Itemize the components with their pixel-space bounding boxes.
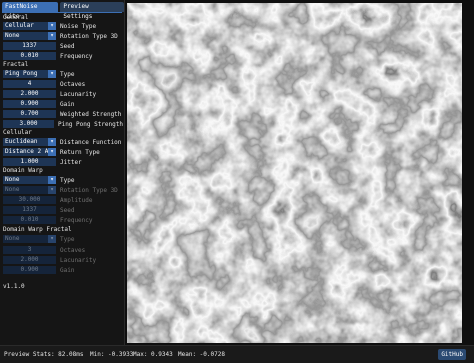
noise-type-dropdown[interactable]: Cellular	[3, 22, 56, 30]
warp-fractal-type-row: None Type	[3, 235, 123, 243]
rotation-type-3d-row: None Rotation Type 3D	[3, 32, 123, 40]
warp-fractal-type-dropdown[interactable]: None	[3, 235, 56, 243]
gain-label: Gain	[60, 100, 75, 108]
warp-rotation-type-3d-row: None Rotation Type 3D	[3, 186, 123, 194]
warp-gain-label: Gain	[60, 266, 75, 274]
warp-amplitude-label: Amplitude	[60, 196, 93, 204]
warp-amplitude-row: 30.000 Amplitude	[3, 196, 123, 204]
jitter-label: Jitter	[60, 158, 82, 166]
rotation-type-3d-label: Rotation Type 3D	[60, 32, 118, 40]
min-stat-text: Min: -0.3933	[90, 351, 134, 358]
ping-pong-strength-input[interactable]: 3.000	[3, 120, 54, 128]
return-type-dropdown[interactable]: Distance 2 Add	[3, 148, 56, 156]
jitter-row: 1.000 Jitter	[3, 158, 123, 166]
gain-row: 0.900 Gain	[3, 100, 123, 108]
seed-label: Seed	[60, 42, 75, 50]
max-stat-text: Max: 0.9343	[133, 351, 173, 358]
github-button[interactable]: GitHub	[438, 349, 466, 360]
lacunarity-row: 2.000 Lacunarity	[3, 90, 123, 98]
distance-function-label: Distance Function	[60, 138, 122, 146]
weighted-strength-row: 0.700 Weighted Strength	[3, 110, 123, 118]
noise-type-label: Noise Type	[60, 22, 97, 30]
jitter-input[interactable]: 1.000	[3, 158, 56, 166]
warp-gain-input[interactable]: 0.900	[3, 266, 56, 274]
fractal-type-dropdown[interactable]: Ping Pong	[3, 70, 56, 78]
warp-octaves-input[interactable]: 3	[3, 246, 56, 254]
warp-frequency-label: Frequency	[60, 216, 93, 224]
octaves-row: 4 Octaves	[3, 80, 123, 88]
warp-seed-input[interactable]: 1337	[3, 206, 56, 214]
section-fractal-header: Fractal	[3, 61, 29, 68]
section-domain-warp-header: Domain Warp	[3, 167, 43, 174]
status-bar: Preview Stats: 82.08ms Min: -0.3933 Max:…	[0, 345, 474, 363]
warp-type-row: None Type	[3, 176, 123, 184]
section-general-header: General	[3, 14, 29, 21]
warp-frequency-input[interactable]: 0.010	[3, 216, 56, 224]
preview-stats-text: Preview Stats: 82.08ms	[4, 351, 84, 358]
octaves-input[interactable]: 4	[3, 80, 56, 88]
mean-stat-text: Mean: -0.0728	[178, 351, 225, 358]
lacunarity-input[interactable]: 2.000	[3, 90, 56, 98]
warp-lacunarity-input[interactable]: 2.000	[3, 256, 56, 264]
warp-lacunarity-row: 2.000 Lacunarity	[3, 256, 123, 264]
ping-pong-strength-label: Ping Pong Strength	[57, 120, 123, 128]
version-label: v1.1.0	[3, 283, 25, 290]
warp-lacunarity-label: Lacunarity	[60, 256, 97, 264]
lacunarity-label: Lacunarity	[60, 90, 97, 98]
frequency-row: 0.010 Frequency	[3, 52, 123, 60]
octaves-label: Octaves	[60, 80, 86, 88]
tab-preview-settings[interactable]: Preview Settings	[60, 2, 124, 20]
warp-amplitude-input[interactable]: 30.000	[3, 196, 56, 204]
noise-type-row: Cellular Noise Type	[3, 22, 123, 30]
tab-underline	[2, 12, 122, 13]
frequency-input[interactable]: 0.010	[3, 52, 56, 60]
warp-rotation-type-3d-dropdown[interactable]: None	[3, 186, 56, 194]
frequency-label: Frequency	[60, 52, 93, 60]
section-cellular-header: Cellular	[3, 129, 32, 136]
distance-function-row: Euclidean Distance Function	[3, 138, 123, 146]
warp-type-dropdown[interactable]: None	[3, 176, 56, 184]
rotation-type-3d-dropdown[interactable]: None	[3, 32, 56, 40]
weighted-strength-input[interactable]: 0.700	[3, 110, 56, 118]
return-type-label: Return Type	[60, 148, 100, 156]
noise-preview-image	[127, 3, 462, 343]
section-domain-warp-fractal-header: Domain Warp Fractal	[3, 226, 72, 233]
distance-function-dropdown[interactable]: Euclidean	[3, 138, 56, 146]
warp-seed-row: 1337 Seed	[3, 206, 123, 214]
fractal-type-row: Ping Pong Type	[3, 70, 123, 78]
warp-fractal-type-label: Type	[60, 235, 75, 243]
warp-seed-label: Seed	[60, 206, 75, 214]
tab-bar: FastNoise Lite Preview Settings	[2, 2, 124, 20]
warp-rotation-type-3d-label: Rotation Type 3D	[60, 186, 118, 194]
weighted-strength-label: Weighted Strength	[60, 110, 122, 118]
seed-row: 1337 Seed	[3, 42, 123, 50]
warp-gain-row: 0.900 Gain	[3, 266, 123, 274]
fractal-type-label: Type	[60, 70, 75, 78]
warp-frequency-row: 0.010 Frequency	[3, 216, 123, 224]
noise-preview[interactable]	[127, 3, 462, 343]
gain-input[interactable]: 0.900	[3, 100, 56, 108]
return-type-row: Distance 2 Add Return Type	[3, 148, 123, 156]
ping-pong-strength-row: 3.000 Ping Pong Strength	[3, 120, 123, 128]
warp-type-label: Type	[60, 176, 75, 184]
tab-fastnoise-lite[interactable]: FastNoise Lite	[2, 2, 59, 20]
seed-input[interactable]: 1337	[3, 42, 56, 50]
settings-panel: FastNoise Lite Preview Settings General …	[0, 0, 125, 345]
warp-octaves-label: Octaves	[60, 246, 86, 254]
warp-octaves-row: 3 Octaves	[3, 246, 123, 254]
